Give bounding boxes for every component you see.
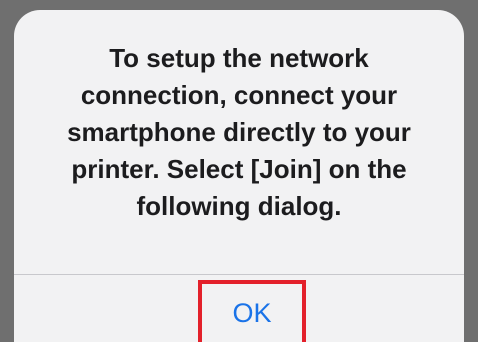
- ok-button-label: OK: [232, 297, 272, 328]
- dialog-divider: [14, 274, 464, 275]
- ok-button[interactable]: OK: [198, 280, 306, 342]
- dialog-message: To setup the network connection, connect…: [67, 43, 411, 221]
- alert-dialog: To setup the network connection, connect…: [14, 10, 464, 342]
